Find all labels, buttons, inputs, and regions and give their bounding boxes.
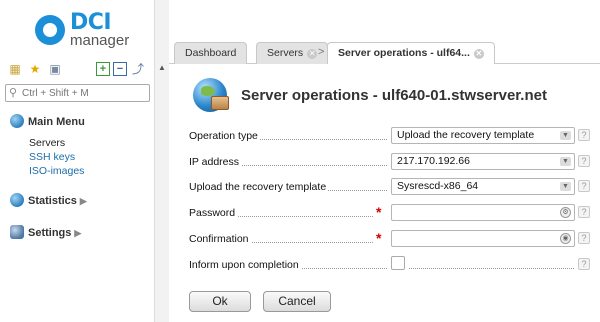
tab-label: Server operations - ulf64...: [338, 47, 470, 59]
briefcase-icon[interactable]: ▣: [48, 62, 62, 76]
checkbox-dots: [409, 268, 574, 269]
settings-header[interactable]: Settings ▶: [10, 225, 81, 241]
operation-type-value: Upload the recovery template: [397, 129, 535, 141]
dropdown-arrow-icon[interactable]: ▼: [560, 157, 571, 166]
cancel-button[interactable]: Cancel: [263, 291, 331, 312]
logo-text-manager: manager: [70, 32, 130, 49]
tab-label: Dashboard: [185, 47, 237, 59]
help-icon[interactable]: ?: [578, 129, 590, 141]
operation-type-label: Operation type: [189, 130, 260, 142]
password-label: Password: [189, 207, 238, 219]
help-icon[interactable]: ?: [578, 258, 590, 270]
tab-label: Servers: [267, 47, 304, 59]
statistics-header[interactable]: Statistics ▶: [10, 193, 87, 209]
inform-row: Inform upon completion ?: [189, 256, 594, 276]
help-icon[interactable]: ?: [578, 180, 590, 192]
scroll-up-arrow-icon[interactable]: ▲: [158, 63, 166, 72]
dci-manager-logo[interactable]: DCI manager: [35, 12, 135, 50]
chevron-right-icon: ▶: [79, 196, 87, 206]
ip-address-row: IP address 217.170.192.66 ▼ ?: [189, 153, 594, 173]
sidebar: DCI manager ▦ ★ ▣ + − ⤴ ⚲ Main Menu Serv…: [0, 0, 155, 322]
close-icon[interactable]: ✕: [307, 49, 318, 59]
sidebar-item-iso-images[interactable]: ISO-images: [29, 165, 84, 178]
sidebar-search[interactable]: ⚲: [5, 84, 150, 102]
password-field[interactable]: ⚙: [391, 204, 575, 221]
collapse-minus-icon[interactable]: −: [113, 62, 127, 76]
recovery-template-select[interactable]: Sysrescd-x86_64 ▼: [391, 178, 575, 195]
chevron-right-icon: >: [318, 46, 325, 58]
operation-type-select[interactable]: Upload the recovery template ▼: [391, 127, 575, 144]
recovery-template-label: Upload the recovery template: [189, 181, 329, 193]
favorites-star-icon[interactable]: ★: [28, 62, 42, 76]
expand-plus-icon[interactable]: +: [96, 62, 110, 76]
sidebar-scrollbar[interactable]: ▲: [155, 0, 169, 322]
generate-password-icon[interactable]: ⚙: [560, 207, 571, 218]
confirmation-label: Confirmation: [189, 233, 251, 245]
page-title: Server operations - ulf640-01.stwserver.…: [241, 87, 547, 104]
main-menu-header[interactable]: Main Menu: [10, 114, 85, 130]
settings-icon: [10, 225, 24, 239]
confirmation-row: Confirmation * ◉ ?: [189, 230, 594, 250]
operation-type-row: Operation type Upload the recovery templ…: [189, 127, 594, 147]
settings-label: Settings: [28, 227, 72, 239]
statistics-label: Statistics: [28, 195, 77, 207]
statistics-globe-icon: [10, 193, 24, 207]
tab-dashboard[interactable]: Dashboard: [174, 42, 248, 64]
sidebar-search-input[interactable]: [22, 86, 146, 100]
sidebar-item-servers[interactable]: Servers: [29, 137, 65, 150]
ip-address-select[interactable]: 217.170.192.66 ▼: [391, 153, 575, 170]
sidebar-toolbar: ▦ ★ ▣ + − ⤴: [8, 62, 148, 78]
tree-view-icon[interactable]: ▦: [8, 62, 22, 76]
search-icon: ⚲: [9, 87, 18, 99]
ok-button[interactable]: Ok: [189, 291, 251, 312]
required-asterisk: *: [376, 204, 382, 220]
server-globe-icon: [191, 74, 231, 114]
ip-address-value: 217.170.192.66: [397, 155, 470, 167]
tab-server-operations[interactable]: Server operations - ulf64... ✕: [327, 42, 495, 65]
ip-address-label: IP address: [189, 156, 242, 168]
sidebar-item-ssh-keys[interactable]: SSH keys: [29, 151, 75, 164]
chevron-right-icon: ▶: [74, 228, 82, 238]
help-icon[interactable]: ?: [578, 232, 590, 244]
inform-label: Inform upon completion: [189, 259, 301, 271]
confirmation-field[interactable]: ◉: [391, 230, 575, 247]
dropdown-arrow-icon[interactable]: ▼: [560, 182, 571, 191]
main-content: Server operations - ulf640-01.stwserver.…: [169, 64, 600, 322]
inform-checkbox[interactable]: [391, 256, 405, 270]
close-icon[interactable]: ✕: [473, 49, 484, 59]
logo-circle-icon: [35, 15, 65, 45]
recovery-template-value: Sysrescd-x86_64: [397, 180, 479, 192]
show-password-icon[interactable]: ◉: [560, 233, 571, 244]
dropdown-arrow-icon[interactable]: ▼: [560, 131, 571, 140]
globe-icon: [10, 114, 24, 128]
tab-bar: Dashboard Servers ✕ > Server operations -…: [169, 40, 600, 65]
main-menu-label: Main Menu: [28, 116, 85, 128]
help-icon[interactable]: ?: [578, 206, 590, 218]
recovery-template-row: Upload the recovery template Sysrescd-x8…: [189, 178, 594, 198]
required-asterisk: *: [376, 230, 382, 246]
pin-icon[interactable]: ⤴: [131, 62, 145, 76]
password-row: Password * ⚙ ?: [189, 204, 594, 224]
help-icon[interactable]: ?: [578, 155, 590, 167]
logo-text-dci: DCI: [70, 10, 112, 35]
